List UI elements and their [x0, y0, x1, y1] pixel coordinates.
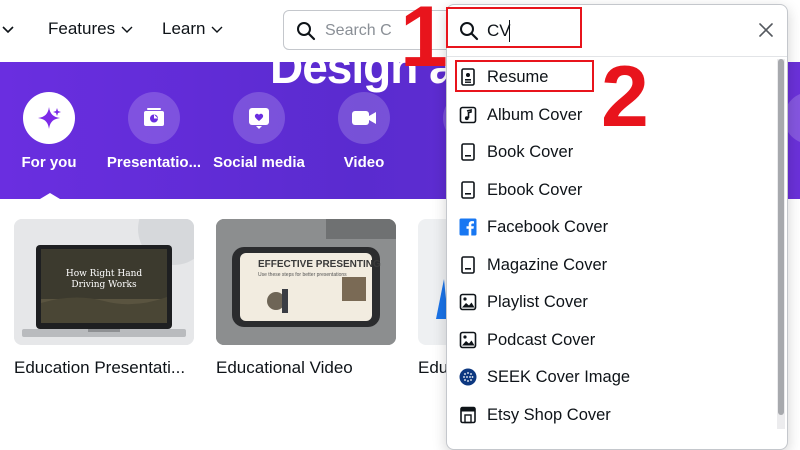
facebook-icon [459, 218, 477, 236]
nav-features-label: Features [48, 19, 116, 38]
magazine-icon [461, 255, 475, 274]
nav-learn-label: Learn [162, 19, 206, 38]
annotation-step-1: 1 [400, 0, 448, 85]
music-note-icon [459, 106, 477, 123]
suggestion-label: Playlist Cover [487, 293, 588, 311]
nav-learn[interactable]: Learn [162, 19, 223, 39]
suggestion-seek-cover-image[interactable]: SEEK Cover Image [447, 359, 777, 396]
suggestion-magazine-cover[interactable]: Magazine Cover [447, 247, 777, 284]
heart-icon [233, 92, 285, 144]
chevron-down-icon [211, 26, 223, 33]
suggestion-podcast-cover[interactable]: Podcast Cover [447, 322, 777, 359]
ebook-icon [461, 180, 475, 199]
suggestion-label: Etsy Shop Cover [487, 405, 611, 424]
template-card-educational-video[interactable]: EFFECTIVE PRESENTING Use these steps for… [216, 219, 396, 345]
phone-thumbnail [216, 219, 396, 345]
category-label: For you [21, 154, 77, 171]
category-video[interactable]: Video [309, 92, 419, 171]
seek-icon [459, 368, 477, 386]
annotation-step-2: 2 [601, 49, 649, 145]
dropdown-scrollbar[interactable] [777, 59, 785, 429]
scrollbar-thumb[interactable] [778, 59, 784, 415]
annotation-box-search [446, 7, 582, 48]
suggestion-label: Magazine Cover [487, 255, 608, 274]
chevron-down-icon [121, 26, 133, 33]
image-icon [459, 331, 477, 348]
annotation-box-resume [455, 60, 594, 92]
category-label: Video [343, 154, 385, 171]
image-icon [459, 293, 477, 311]
suggestion-label: Ebook Cover [487, 180, 583, 199]
template-card-education-presentation[interactable]: How Right Hand Driving Works [14, 219, 194, 345]
suggestion-etsy-shop-cover[interactable]: Etsy Shop Cover [447, 397, 777, 434]
nav-features[interactable]: Features [48, 19, 133, 39]
suggestion-label: Album Cover [487, 105, 583, 124]
shop-icon [460, 406, 476, 423]
suggestion-label: SEEK Cover Image [487, 368, 631, 386]
suggestion-label: Facebook Cover [487, 218, 609, 236]
sparkle-icon [23, 92, 75, 144]
category-presentations[interactable]: Presentatio... [99, 92, 209, 171]
thumbnail-subtitle: Use these steps for better presentations [258, 272, 347, 278]
template-card-label[interactable]: Education Presentati... [14, 358, 185, 378]
close-icon[interactable] [757, 21, 775, 44]
category-social-media[interactable]: Social media [204, 92, 314, 171]
thumbnail-title: EFFECTIVE PRESENTING [258, 259, 381, 270]
template-card-label[interactable]: Educational Video [216, 358, 353, 378]
category-label: Presentatio... [106, 154, 202, 171]
book-icon [461, 143, 475, 161]
suggestion-ebook-cover[interactable]: Ebook Cover [447, 172, 777, 209]
category-label: Social media [213, 154, 305, 171]
search-placeholder: Search C [325, 22, 392, 39]
template-card-label[interactable]: Edu [418, 358, 448, 378]
suggestion-facebook-cover[interactable]: Facebook Cover [447, 209, 777, 246]
presentation-icon [128, 92, 180, 144]
suggestion-playlist-cover[interactable]: Playlist Cover [447, 284, 777, 321]
category-for-you[interactable]: For you [0, 92, 104, 171]
suggestion-label: Podcast Cover [487, 330, 596, 349]
thumbnail-title: How Right Hand Driving Works [65, 269, 143, 290]
video-icon [338, 92, 390, 144]
suggestion-label: Book Cover [487, 143, 574, 161]
chevron-down-icon[interactable] [2, 22, 14, 40]
search-icon [296, 21, 316, 46]
